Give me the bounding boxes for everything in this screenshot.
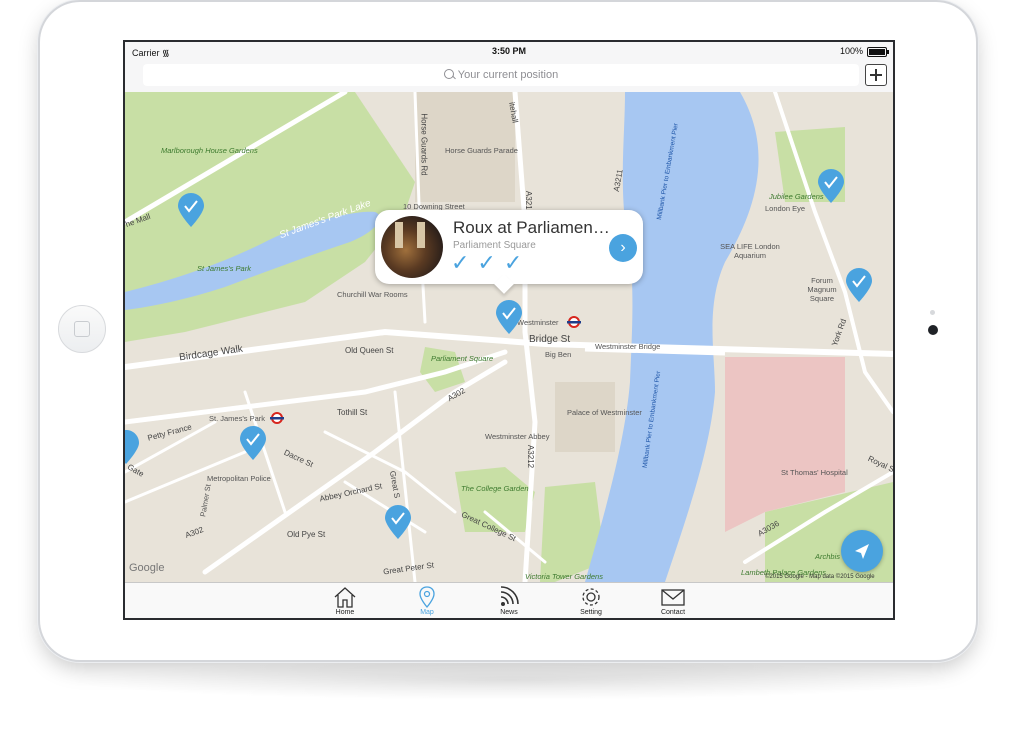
check-icon: ✓✓✓: [451, 250, 531, 275]
map-label-tothill: Tothill St: [337, 408, 368, 417]
map-label-abbey: Westminster Abbey: [485, 432, 550, 441]
tab-bar: Home Map News Setting Contact: [125, 582, 893, 618]
rss-icon: [500, 586, 519, 606]
map-label-college-garden: The College Garden: [461, 484, 529, 493]
search-input[interactable]: Your current position: [143, 64, 859, 86]
device-home-button[interactable]: [58, 305, 106, 353]
place-callout[interactable]: Roux at Parliamen… Parliament Square ✓✓✓…: [375, 210, 643, 284]
map-pin-icon[interactable]: [818, 169, 844, 203]
map-label-bridge-st: Bridge St: [529, 334, 571, 345]
battery-icon: [867, 47, 889, 57]
tab-contact-label: Contact: [660, 609, 686, 616]
status-bar: Carrier ᯾ 3:50 PM 100%: [125, 42, 893, 62]
map-label-st-thomas: St Thomas' Hospital: [781, 468, 848, 477]
google-logo: Google: [129, 562, 165, 574]
map-pin-icon[interactable]: [385, 505, 411, 539]
map-label-st-james-park: St James's Park: [197, 264, 251, 273]
device-shadow: [60, 660, 960, 700]
map-label-old-queen: Old Queen St: [345, 346, 394, 355]
map-label-a3212-mid: A3212: [526, 444, 536, 469]
tab-home[interactable]: Home: [323, 585, 367, 618]
place-title: Roux at Parliamen…: [453, 218, 610, 237]
map-pin-icon[interactable]: [125, 430, 139, 464]
map-label-westminster-bridge: Westminster Bridge: [595, 342, 661, 351]
search-placeholder: Your current position: [457, 69, 559, 81]
map-label-old-pye: Old Pye St: [287, 530, 326, 539]
map-pin-icon[interactable]: [178, 193, 204, 227]
map-label-parliament-square: Parliament Square: [431, 354, 494, 363]
tab-setting[interactable]: Setting: [569, 585, 613, 618]
map-label-westminster: Westminster: [517, 318, 559, 327]
map-label-churchill: Churchill War Rooms: [337, 290, 408, 299]
map-pin-icon[interactable]: [496, 300, 522, 334]
tab-contact[interactable]: Contact: [651, 585, 695, 618]
device-sensor: [930, 310, 935, 315]
locate-me-button[interactable]: [841, 530, 883, 572]
tab-map[interactable]: Map: [405, 585, 449, 618]
map-pin-icon[interactable]: [240, 426, 266, 460]
map-label-forum: Forum Magnum Square: [807, 276, 837, 303]
tab-news[interactable]: News: [487, 585, 531, 618]
map-label-palace: Palace of Westminster: [567, 408, 642, 417]
map-view[interactable]: Marlborough House Gardens he Mall St Jam…: [125, 92, 893, 582]
callout-detail-button[interactable]: ›: [609, 234, 637, 262]
mail-icon: [661, 589, 685, 606]
search-icon: [443, 69, 454, 79]
map-label-archbishop: Archbis: [815, 552, 841, 561]
map-pin-icon: [419, 586, 435, 608]
gear-icon: [582, 588, 600, 606]
device-camera: [928, 325, 938, 335]
map-label-big-ben: Big Ben: [545, 350, 572, 359]
location-arrow-icon: [855, 544, 869, 559]
add-button[interactable]: [865, 64, 887, 86]
map-pin-icon[interactable]: [846, 268, 872, 302]
map-label-sea-life: SEA LIFE London Aquarium: [720, 242, 780, 260]
map-label-marlborough: Marlborough House Gardens: [161, 146, 258, 155]
battery-percent: 100%: [839, 46, 863, 56]
map-label-metropolitan: Metropolitan Police: [207, 474, 271, 483]
map-label-horse-guards-rd: Horse Guards Rd: [419, 113, 429, 176]
home-icon: [334, 587, 356, 608]
tab-news-label: News: [500, 609, 518, 616]
tab-setting-label: Setting: [580, 609, 602, 616]
map-label-st-james-station: St. James's Park: [209, 414, 266, 423]
map-canvas: [125, 92, 893, 582]
map-label-victoria-tower: Victoria Tower Gardens: [525, 572, 603, 581]
tab-home-label: Home: [335, 609, 355, 616]
place-photo: [381, 216, 443, 278]
map-label-london-eye: London Eye: [765, 204, 806, 213]
map-copyright: ©2015 Google - Map data ©2015 Google: [765, 574, 875, 580]
status-time: 3:50 PM: [491, 46, 526, 56]
tab-map-label: Map: [420, 609, 434, 616]
app-screen: Carrier ᯾ 3:50 PM 100% Your current posi…: [123, 40, 895, 620]
map-label-horse-guards-parade: Horse Guards Parade: [445, 146, 518, 155]
map-label-jubilee: Jubilee Gardens: [769, 192, 824, 201]
